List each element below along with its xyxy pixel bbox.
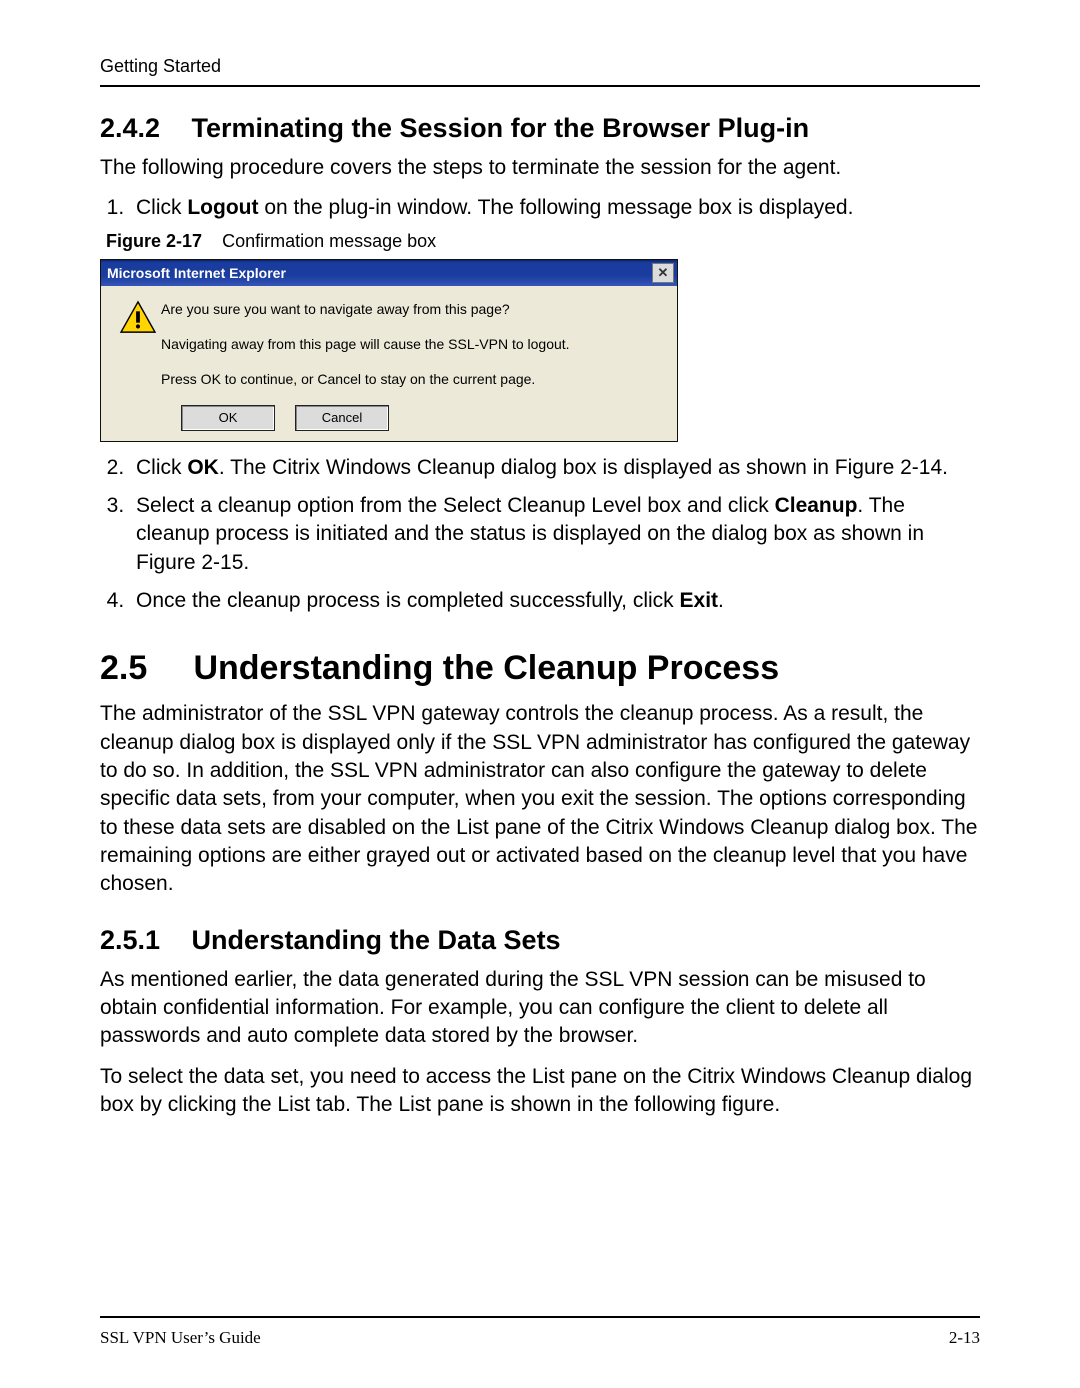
step-2: Click OK. The Citrix Windows Cleanup dia… <box>130 454 980 482</box>
close-button[interactable]: ✕ <box>652 263 674 283</box>
steps-242: Click Logout on the plug-in window. The … <box>100 194 980 615</box>
step-1-post: on the plug-in window. The following mes… <box>258 196 853 219</box>
figure-caption-text: Confirmation message box <box>222 231 436 251</box>
para-242-intro: The following procedure covers the steps… <box>100 154 980 182</box>
step-4-pre: Once the cleanup process is completed su… <box>136 589 680 612</box>
heading-251-title: Understanding the Data Sets <box>192 925 561 955</box>
page-footer: SSL VPN User’s Guide 2-13 <box>100 1316 980 1348</box>
step-3-pre: Select a cleanup option from the Select … <box>136 494 775 517</box>
heading-242-title: Terminating the Session for the Browser … <box>192 113 810 143</box>
cancel-button[interactable]: Cancel <box>295 405 389 431</box>
figure-label: Figure 2-17 <box>106 231 202 251</box>
heading-25-title: Understanding the Cleanup Process <box>193 649 779 687</box>
dialog-line-2: Navigating away from this page will caus… <box>161 335 665 354</box>
step-1: Click Logout on the plug-in window. The … <box>130 194 980 441</box>
dialog-buttons: OK Cancel <box>161 405 665 431</box>
step-3: Select a cleanup option from the Select … <box>130 492 980 577</box>
footer-right: 2-13 <box>949 1328 980 1348</box>
footer-rule <box>100 1316 980 1318</box>
step-3-bold: Cleanup <box>775 494 858 517</box>
para-25: The administrator of the SSL VPN gateway… <box>100 700 980 898</box>
dialog-body: Are you sure you want to navigate away f… <box>101 286 677 441</box>
dialog-line-3: Press OK to continue, or Cancel to stay … <box>161 370 665 389</box>
step-4-post: . <box>718 589 724 612</box>
heading-242: 2.4.2 Terminating the Session for the Br… <box>100 113 980 144</box>
para-251-1: As mentioned earlier, the data generated… <box>100 966 980 1051</box>
step-2-post: . The Citrix Windows Cleanup dialog box … <box>219 456 948 479</box>
footer-left: SSL VPN User’s Guide <box>100 1328 261 1348</box>
dialog-icon-wrap <box>115 300 161 431</box>
heading-25: 2.5 Understanding the Cleanup Process <box>100 649 980 688</box>
dialog-title: Microsoft Internet Explorer <box>107 264 286 283</box>
step-4-bold: Exit <box>680 589 719 612</box>
figure-caption-2-17: Figure 2-17 Confirmation message box <box>106 229 980 253</box>
step-1-pre: Click <box>136 196 187 219</box>
heading-25-number: 2.5 <box>100 649 184 688</box>
ok-button[interactable]: OK <box>181 405 275 431</box>
dialog-titlebar: Microsoft Internet Explorer ✕ <box>101 260 677 286</box>
step-1-bold: Logout <box>187 196 258 219</box>
confirmation-dialog: Microsoft Internet Explorer ✕ Ar <box>100 259 678 442</box>
header-rule <box>100 85 980 87</box>
step-2-bold: OK <box>187 456 219 479</box>
dialog-line-1: Are you sure you want to navigate away f… <box>161 300 665 319</box>
heading-251: 2.5.1 Understanding the Data Sets <box>100 925 980 956</box>
running-header: Getting Started <box>100 56 980 77</box>
heading-242-number: 2.4.2 <box>100 113 184 144</box>
dialog-message: Are you sure you want to navigate away f… <box>161 300 665 431</box>
step-4: Once the cleanup process is completed su… <box>130 587 980 615</box>
step-2-pre: Click <box>136 456 187 479</box>
warning-icon <box>119 300 157 334</box>
footer-line: SSL VPN User’s Guide 2-13 <box>100 1328 980 1348</box>
para-251-2: To select the data set, you need to acce… <box>100 1063 980 1120</box>
close-icon: ✕ <box>658 264 669 282</box>
heading-251-number: 2.5.1 <box>100 925 184 956</box>
